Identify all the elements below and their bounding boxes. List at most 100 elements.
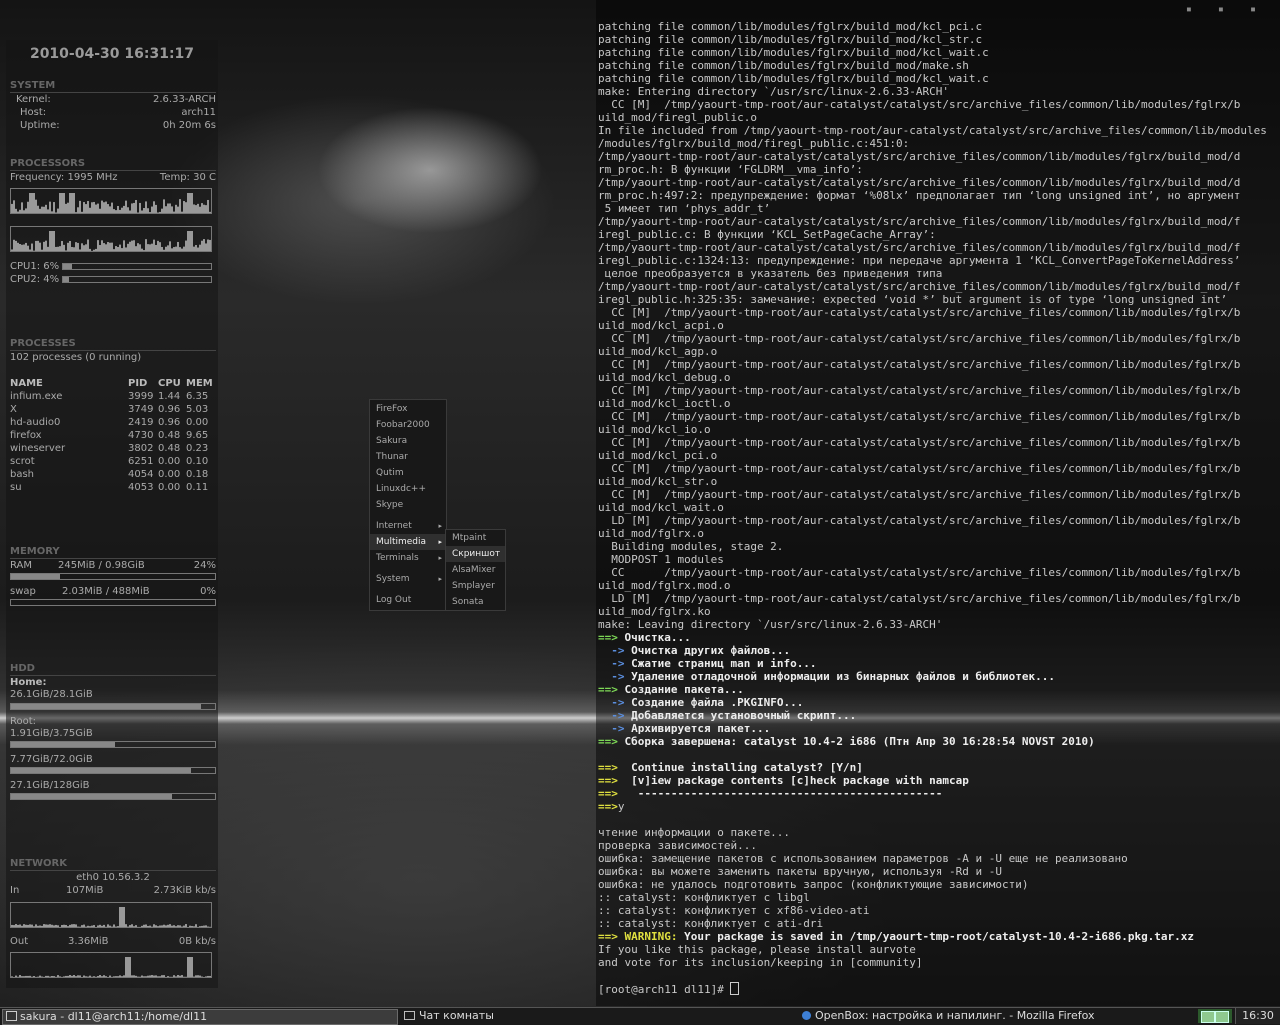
graph-bar — [129, 211, 131, 213]
line-text: Создание файла .PKGINFO... — [631, 696, 803, 709]
graph-bar — [71, 924, 73, 927]
graph-bar — [13, 240, 15, 251]
menu-item-sakura[interactable]: Sakura — [370, 433, 446, 449]
terminal-line: CC [M] /tmp/yaourt-tmp-root/aur-catalyst… — [598, 358, 1278, 371]
sakura-terminal-window[interactable]: ▪ ▪ ▪ patching file common/lib/modules/f… — [596, 0, 1280, 1006]
graph-bar — [195, 205, 197, 213]
graph-bar — [93, 202, 95, 213]
kernel-value: 2.6.33-ARCH — [153, 93, 216, 106]
graph-bar — [123, 907, 125, 927]
graph-bar — [175, 926, 177, 927]
terminal-line: rm_proc.h:497:2: предупреждение: формат … — [598, 189, 1278, 202]
graph-bar — [99, 975, 101, 977]
graph-bar — [63, 245, 65, 251]
graph-bar — [105, 244, 107, 251]
menu-item-multimedia[interactable]: Multimedia▸ — [370, 534, 446, 550]
graph-bar — [77, 207, 79, 213]
disk4-bar — [10, 793, 216, 800]
submenu-item-mtpaint[interactable]: Mtpaint — [446, 530, 505, 546]
warning-label: WARNING: — [625, 930, 678, 943]
graph-bar — [187, 957, 189, 977]
net-out-label: Out — [10, 936, 28, 947]
graph-bar — [167, 245, 169, 251]
menu-item-foobar2000[interactable]: Foobar2000 — [370, 417, 446, 433]
graph-bar — [19, 210, 21, 213]
process-pid: 3999 — [128, 390, 153, 403]
graph-bar — [73, 193, 75, 213]
graph-bar — [149, 244, 151, 251]
graph-bar — [57, 209, 59, 213]
host-row: Host:arch11 — [10, 106, 216, 119]
graph-bar — [107, 242, 109, 251]
swap-label: swap — [10, 586, 36, 597]
menu-item-terminals[interactable]: Terminals▸ — [370, 550, 446, 566]
graph-bar — [73, 247, 75, 251]
graph-bar — [33, 926, 35, 927]
graph-bar — [51, 211, 53, 213]
terminal-line: /modules/fglrx/build_mod/firegl_public.c… — [598, 137, 1278, 150]
terminal-line — [598, 748, 1278, 761]
line-prefix: ==> — [598, 631, 625, 644]
menu-item-thunar[interactable]: Thunar — [370, 449, 446, 465]
swap-percent: 0% — [200, 585, 216, 598]
submenu-item-smplayer[interactable]: Smplayer — [446, 578, 505, 594]
graph-bar — [53, 231, 55, 251]
graph-bar — [11, 249, 13, 251]
process-cpu: 0.96 — [158, 416, 180, 429]
terminal-line: patching file common/lib/modules/fglrx/b… — [598, 20, 1278, 33]
process-cpu: 0.96 — [158, 403, 180, 416]
menu-item-linuxdcpp[interactable]: Linuxdc++ — [370, 481, 446, 497]
menu-item-firefox[interactable]: FireFox — [370, 401, 446, 417]
clock[interactable]: 16:30 — [1235, 1008, 1280, 1024]
submenu-item-screenshot[interactable]: Скриншот — [446, 546, 505, 562]
terminal-line: ошибка: не удалось подготовить запрос (к… — [598, 878, 1278, 891]
graph-bar — [117, 247, 119, 251]
graph-bar — [35, 200, 37, 213]
window-controls[interactable]: ▪ ▪ ▪ — [1186, 4, 1266, 15]
graph-bar — [157, 241, 159, 251]
task-firefox[interactable]: OpenBox: настройка и напилинг. - Mozilla… — [800, 1009, 1190, 1023]
task-sakura[interactable]: sakura - dl11@arch11:/home/dl11 — [2, 1009, 398, 1025]
graph-bar — [17, 925, 19, 927]
graph-bar — [67, 976, 69, 977]
graph-bar — [67, 926, 69, 927]
process-pid: 3749 — [128, 403, 153, 416]
terminal-line: uild_mod/kcl_io.o — [598, 423, 1278, 436]
graph-bar — [133, 240, 135, 251]
network-tray-icon[interactable] — [1198, 1009, 1232, 1023]
terminal-line: ==> WARNING: Your package is saved in /t… — [598, 930, 1278, 943]
menu-item-internet[interactable]: Internet▸ — [370, 518, 446, 534]
graph-bar — [163, 975, 165, 977]
graph-bar — [59, 193, 61, 213]
graph-bar — [123, 975, 125, 977]
submenu-item-sonata[interactable]: Sonata — [446, 594, 505, 610]
ram-bar-fill — [11, 574, 60, 579]
process-cpu: 0.48 — [158, 429, 180, 442]
graph-bar — [121, 976, 123, 977]
graph-bar — [27, 976, 29, 977]
submenu-item-alsamixer[interactable]: AlsaMixer — [446, 562, 505, 578]
graph-bar — [197, 204, 199, 213]
graph-bar — [171, 206, 173, 213]
graph-bar — [209, 212, 211, 213]
shell-prompt-line[interactable]: [root@arch11 dl11]# — [598, 982, 1278, 995]
graph-bar — [145, 976, 147, 977]
graph-bar — [133, 926, 135, 927]
graph-bar — [17, 243, 19, 251]
menu-item-skype[interactable]: Skype — [370, 497, 446, 513]
graph-bar — [143, 925, 145, 927]
graph-bar — [181, 975, 183, 977]
menu-item-qutim[interactable]: Qutim — [370, 465, 446, 481]
graph-bar — [141, 976, 143, 977]
process-cpu: 0.00 — [158, 481, 180, 494]
graph-bar — [57, 975, 59, 977]
graph-bar — [39, 243, 41, 251]
task-chat[interactable]: Чат комнаты — [402, 1009, 792, 1023]
graph-bar — [161, 975, 163, 977]
graph-bar — [141, 249, 143, 251]
menu-item-system[interactable]: System▸ — [370, 571, 446, 587]
graph-bar — [169, 924, 171, 927]
menu-item-logout[interactable]: Log Out — [370, 592, 446, 608]
graph-bar — [129, 242, 131, 251]
graph-bar — [183, 247, 185, 251]
